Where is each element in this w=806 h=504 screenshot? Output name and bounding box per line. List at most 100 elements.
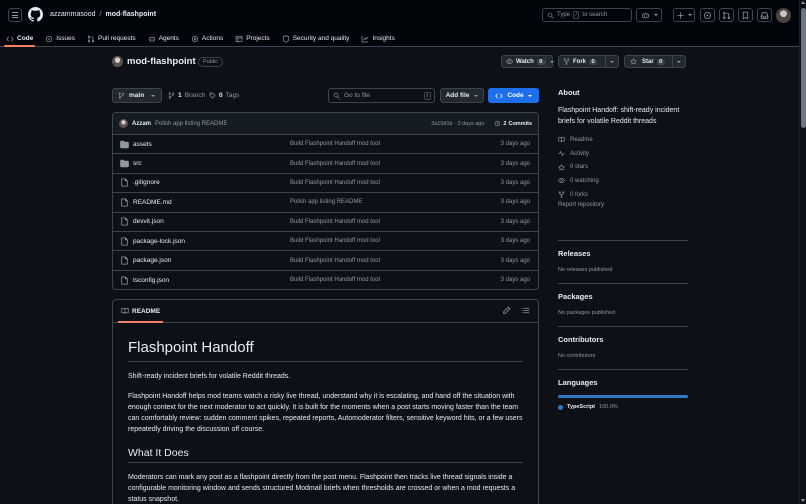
list-icon[interactable] — [521, 306, 530, 315]
commit-author-avatar[interactable] — [119, 119, 128, 128]
github-logo-icon[interactable] — [28, 7, 43, 22]
file-icon — [120, 178, 129, 188]
page-scrollbar[interactable] — [799, 0, 806, 504]
tab-security[interactable]: Security and quality — [276, 30, 356, 47]
tags-link[interactable]: 0 Tags — [209, 92, 239, 99]
sidebar-item-readme[interactable]: Readme — [558, 133, 688, 147]
breadcrumb-owner[interactable]: azzammasood — [50, 11, 96, 18]
commits-link[interactable]: 2 Commits — [494, 120, 532, 127]
readme-content: Flashpoint Handoff Shift-ready incident … — [113, 339, 538, 504]
file-commit-message[interactable]: Build Flashpoint Handoff mod tool — [290, 161, 380, 167]
menu-icon[interactable] — [8, 8, 22, 22]
file-commit-message[interactable]: Build Flashpoint Handoff mod tool — [290, 277, 380, 283]
fork-count: 0 — [589, 58, 598, 65]
file-name[interactable]: README.md — [133, 199, 172, 206]
language-item[interactable]: TypeScript 100.0% — [558, 404, 688, 410]
file-row[interactable]: .gitignore Build Flashpoint Handoff mod t… — [113, 174, 538, 194]
code-button[interactable]: Code — [488, 88, 539, 103]
watch-count: 0 — [536, 58, 545, 65]
global-search[interactable]: Type / to search — [542, 8, 632, 22]
tag-count: 0 — [219, 92, 223, 99]
shield-icon — [282, 34, 290, 43]
tab-agents[interactable]: Agents — [142, 30, 185, 47]
repo-title[interactable]: mod-flashpoint — [127, 56, 196, 67]
scroll-down-arrow[interactable] — [801, 499, 805, 502]
chevron-down-icon — [527, 94, 532, 97]
file-commit-message[interactable]: Build Flashpoint Handoff mod tool — [290, 238, 380, 244]
star-button[interactable]: Star 0 — [624, 55, 686, 68]
file-commit-message[interactable]: Build Flashpoint Handoff mod tool — [290, 258, 380, 264]
file-name[interactable]: devvit.json — [133, 218, 164, 225]
repositories-button[interactable] — [738, 8, 753, 22]
tab-code[interactable]: Code — [0, 30, 39, 47]
owner-avatar[interactable] — [112, 56, 123, 67]
file-row[interactable]: devvit.json Build Flashpoint Handoff mod … — [113, 213, 538, 232]
repo-tabs: Code Issues Pull requests Agents Actions… — [0, 30, 401, 47]
file-row[interactable]: tsconfig.json Build Flashpoint Handoff mo… — [113, 271, 538, 289]
sidebar-item-0-stars[interactable]: 0 stars — [558, 160, 688, 174]
file-name[interactable]: assets — [133, 141, 152, 148]
pencil-icon[interactable] — [502, 306, 511, 315]
inbox-button[interactable] — [757, 8, 772, 22]
tab-insights[interactable]: Insights — [355, 30, 400, 47]
file-row[interactable]: assets Build Flashpoint Handoff mod tool 3… — [113, 135, 538, 155]
readme-tools — [502, 306, 530, 315]
pull-request-icon — [722, 11, 731, 20]
fork-dropdown[interactable] — [605, 56, 618, 67]
file-name[interactable]: src — [133, 160, 142, 167]
sidebar-item-label: 0 forks — [570, 191, 589, 198]
sidebar-item-0-forks[interactable]: 0 forks — [558, 188, 688, 202]
sidebar-item-0-watching[interactable]: 0 watching — [558, 174, 688, 188]
go-to-file-input[interactable]: Go to file t — [328, 88, 435, 103]
file-name[interactable]: package.json — [133, 257, 171, 264]
file-row[interactable]: package-lock.json Build Flashpoint Handof… — [113, 232, 538, 252]
file-row[interactable]: package.json Build Flashpoint Handoff mod… — [113, 251, 538, 271]
pull-requests-button[interactable] — [719, 8, 734, 22]
commit-hash-time[interactable]: 3a10d1b · 3 days ago — [431, 121, 484, 127]
contributors-section: Contributors No contributors — [558, 326, 688, 359]
about-list: Readme Activity 0 stars 0 watching 0 forks — [558, 133, 688, 201]
copilot-button[interactable] — [636, 8, 662, 22]
search-icon — [333, 92, 340, 99]
releases-heading[interactable]: Releases — [558, 249, 688, 258]
file-name[interactable]: .gitignore — [133, 179, 160, 186]
file-commit-message[interactable]: Build Flashpoint Handoff mod tool — [290, 180, 380, 186]
add-file-button[interactable]: Add file — [440, 88, 484, 103]
commit-author[interactable]: Azzam — [132, 121, 151, 127]
packages-heading[interactable]: Packages — [558, 292, 688, 301]
inbox-icon — [760, 11, 769, 20]
commit-message[interactable]: Polish app listing README — [155, 121, 227, 127]
file-row[interactable]: README.md Polish app listing README 3 days… — [113, 193, 538, 213]
file-row[interactable]: src Build Flashpoint Handoff mod tool 3 da… — [113, 154, 538, 174]
branch-selector[interactable]: main — [112, 88, 162, 103]
tab-label: Insights — [372, 35, 395, 42]
tab-label: Issues — [56, 35, 76, 42]
contributors-heading[interactable]: Contributors — [558, 335, 688, 344]
tab-actions[interactable]: Actions — [185, 30, 229, 47]
star-count: 0 — [656, 58, 665, 65]
file-name[interactable]: tsconfig.json — [133, 277, 169, 284]
sidebar-item-activity[interactable]: Activity — [558, 147, 688, 161]
tab-projects[interactable]: Projects — [229, 30, 275, 47]
readme-tab[interactable]: README — [117, 300, 164, 323]
issues-button[interactable] — [700, 8, 715, 22]
breadcrumb-repo[interactable]: mod-flashpoint — [105, 11, 156, 18]
watch-button[interactable]: Watch 0 — [501, 55, 554, 68]
star-dropdown[interactable] — [672, 56, 685, 67]
report-repository-link[interactable]: Report repository — [558, 202, 688, 208]
branches-link[interactable]: 1 Branch — [168, 92, 205, 99]
tag-label: Tags — [225, 92, 240, 99]
file-commit-message[interactable]: Build Flashpoint Handoff mod tool — [290, 219, 380, 225]
file-commit-message[interactable]: Polish app listing README — [290, 199, 362, 205]
fork-button[interactable]: Fork 0 — [558, 55, 619, 68]
create-new-button[interactable] — [673, 8, 695, 22]
scroll-up-arrow[interactable] — [801, 1, 805, 4]
watch-dropdown[interactable] — [544, 56, 558, 67]
tab-pull-requests[interactable]: Pull requests — [81, 30, 142, 47]
chevron-down-icon — [677, 60, 681, 63]
tab-issues[interactable]: Issues — [39, 30, 81, 47]
scroll-thumb[interactable] — [801, 8, 806, 128]
file-commit-message[interactable]: Build Flashpoint Handoff mod tool — [290, 141, 380, 147]
file-name[interactable]: package-lock.json — [133, 238, 185, 245]
user-avatar[interactable] — [776, 8, 791, 23]
